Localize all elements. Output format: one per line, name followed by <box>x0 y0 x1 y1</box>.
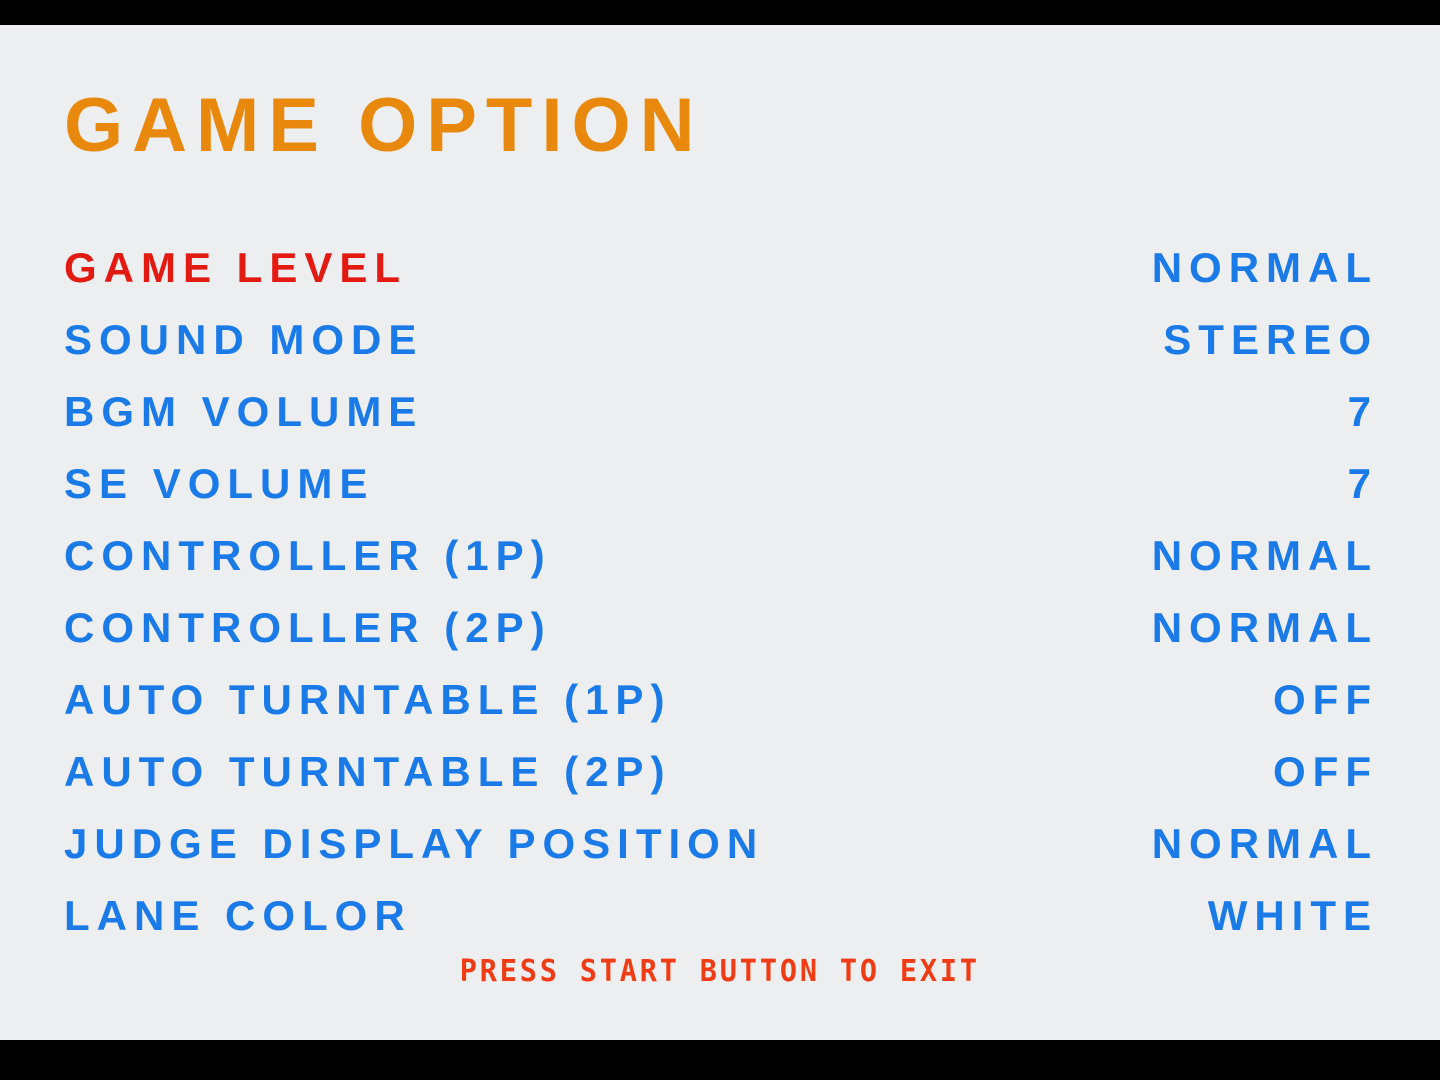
option-row-controller-2p[interactable]: CONTROLLER (2P) NORMAL <box>0 590 1440 662</box>
option-row-auto-turntable-1p[interactable]: AUTO TURNTABLE (1P) OFF <box>0 662 1440 734</box>
option-label: AUTO TURNTABLE (1P) <box>64 676 672 723</box>
exit-hint-text: PRESS START BUTTON TO EXIT <box>459 954 981 989</box>
letterbox-bottom <box>0 1040 1440 1080</box>
option-label: LANE COLOR <box>64 892 412 939</box>
option-row-controller-1p[interactable]: CONTROLLER (1P) NORMAL <box>0 518 1440 590</box>
option-value[interactable]: NORMAL <box>1152 820 1378 868</box>
option-value[interactable]: OFF <box>1273 748 1378 796</box>
option-label: CONTROLLER (1P) <box>64 532 552 579</box>
option-row-sound-mode[interactable]: SOUND MODE STEREO <box>0 302 1440 374</box>
page-title: GAME OPTION <box>64 83 704 168</box>
option-label: BGM VOLUME <box>64 388 424 435</box>
option-row-judge-display-position[interactable]: JUDGE DISPLAY POSITION NORMAL <box>0 806 1440 878</box>
option-row-game-level[interactable]: GAME LEVEL NORMAL <box>0 230 1440 302</box>
option-value[interactable]: NORMAL <box>1152 244 1378 292</box>
option-row-se-volume[interactable]: SE VOLUME 7 <box>0 446 1440 518</box>
option-value[interactable]: NORMAL <box>1152 604 1378 652</box>
option-label: SOUND MODE <box>64 316 424 363</box>
option-label: JUDGE DISPLAY POSITION <box>64 820 765 867</box>
option-value[interactable]: WHITE <box>1208 892 1378 940</box>
option-row-bgm-volume[interactable]: BGM VOLUME 7 <box>0 374 1440 446</box>
option-label: AUTO TURNTABLE (2P) <box>64 748 672 795</box>
footer-hint-container: PRESS START BUTTON TO EXIT <box>0 955 1440 989</box>
option-label: GAME LEVEL <box>64 244 408 291</box>
option-stage: GAME OPTION GAME LEVEL NORMAL SOUND MODE… <box>0 25 1440 1040</box>
option-value[interactable]: OFF <box>1273 676 1378 724</box>
options-menu: GAME LEVEL NORMAL SOUND MODE STEREO BGM … <box>0 230 1440 950</box>
option-row-auto-turntable-2p[interactable]: AUTO TURNTABLE (2P) OFF <box>0 734 1440 806</box>
option-value[interactable]: NORMAL <box>1152 532 1378 580</box>
option-value[interactable]: 7 <box>1348 388 1378 436</box>
option-label: SE VOLUME <box>64 460 375 507</box>
game-option-screen: GAME OPTION GAME LEVEL NORMAL SOUND MODE… <box>0 0 1440 1080</box>
letterbox-top <box>0 0 1440 25</box>
option-row-lane-color[interactable]: LANE COLOR WHITE <box>0 878 1440 950</box>
option-label: CONTROLLER (2P) <box>64 604 552 651</box>
option-value[interactable]: 7 <box>1348 460 1378 508</box>
option-value[interactable]: STEREO <box>1163 316 1378 364</box>
